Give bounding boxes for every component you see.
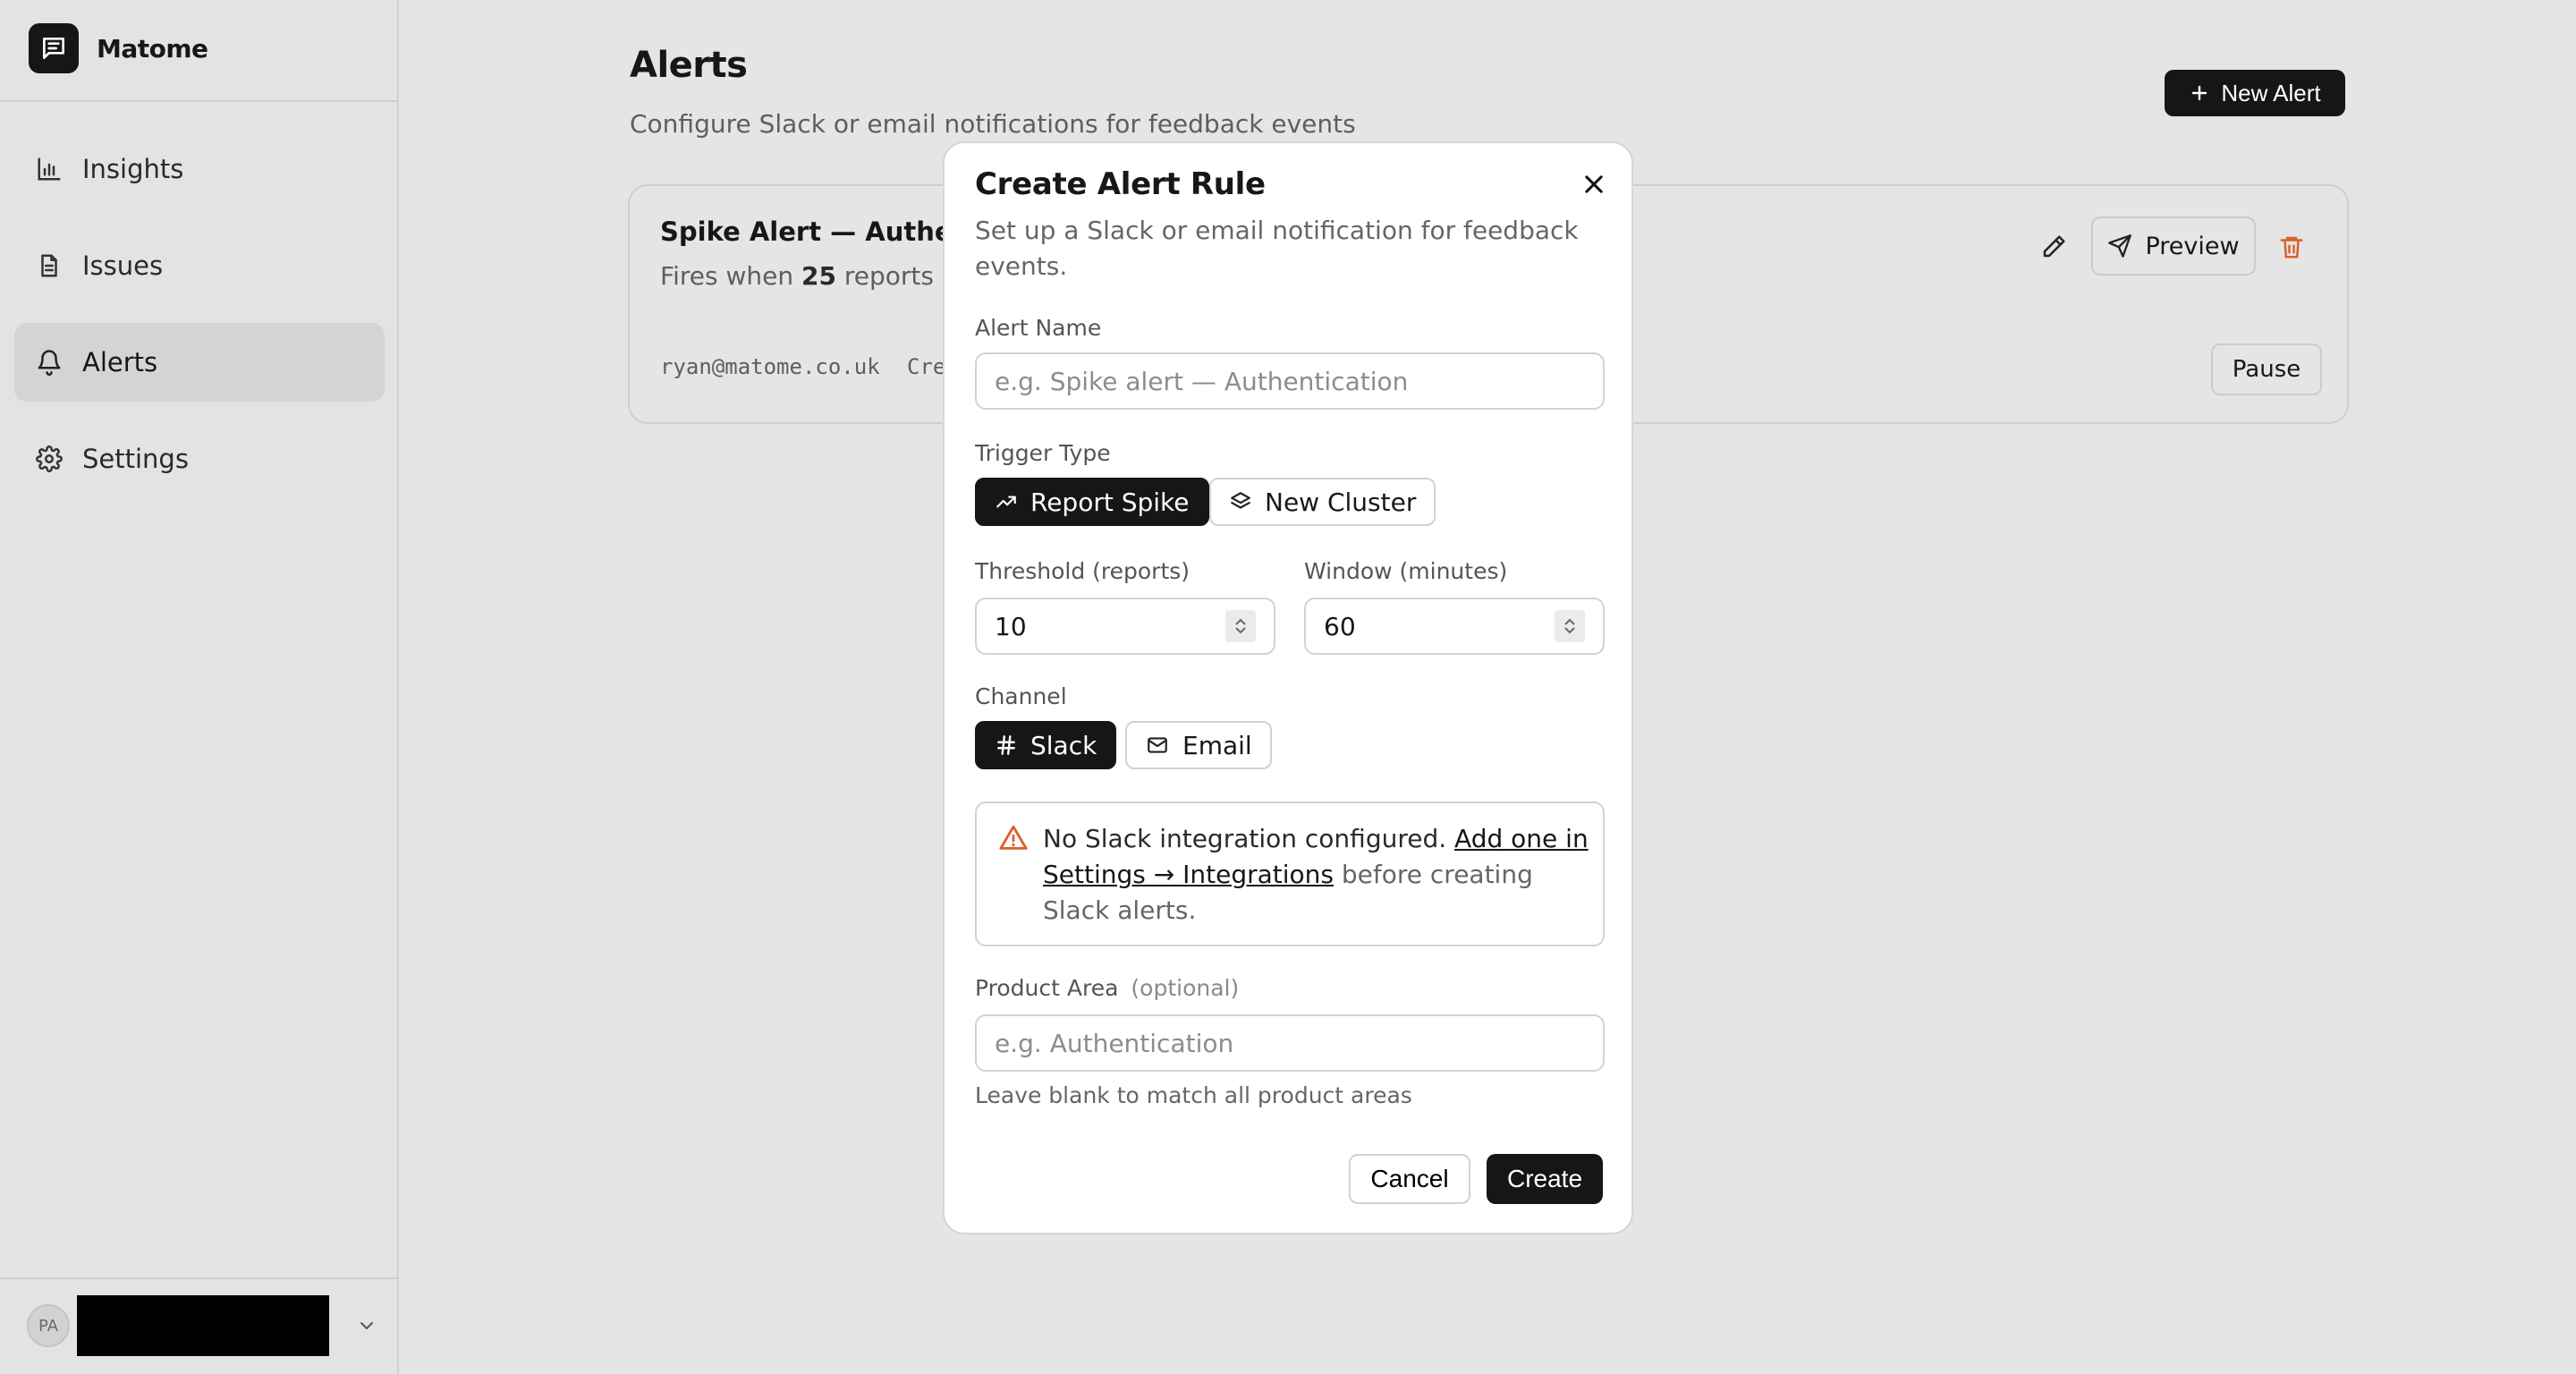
- window-label: Window (minutes): [1304, 558, 1508, 584]
- brand-name: Matome: [97, 33, 208, 64]
- pencil-icon: [2043, 235, 2065, 258]
- delete-button[interactable]: [2274, 229, 2309, 265]
- dialog-description: Set up a Slack or email notification for…: [975, 216, 1579, 281]
- sidebar-item-issues[interactable]: Issues: [14, 226, 385, 305]
- bell-icon: [38, 350, 61, 376]
- threshold-input[interactable]: 10: [975, 598, 1275, 655]
- redacted-username: [77, 1295, 329, 1356]
- pause-button[interactable]: Pause: [2211, 344, 2322, 395]
- new-alert-label: New Alert: [2221, 79, 2321, 106]
- create-button[interactable]: Create: [1487, 1154, 1603, 1204]
- product-area-label-text: Product Area: [975, 975, 1119, 1001]
- threshold-stepper[interactable]: [1225, 610, 1256, 642]
- page-subtitle: Configure Slack or email notifications f…: [630, 109, 1356, 139]
- chevron-up-icon: [1564, 618, 1575, 625]
- new-alert-button[interactable]: New Alert: [2165, 70, 2345, 116]
- sidebar: Matome Insights Issues Alerts Settings P…: [0, 0, 399, 1374]
- alert-card-desc-suffix: reports a: [835, 261, 958, 291]
- window-stepper[interactable]: [1555, 610, 1585, 642]
- avatar: PA: [27, 1304, 70, 1347]
- chevron-up-icon: [1235, 618, 1246, 625]
- document-icon: [41, 254, 57, 277]
- product-area-input[interactable]: [975, 1014, 1605, 1072]
- preview-label: Preview: [2145, 232, 2240, 260]
- sidebar-item-label: Alerts: [82, 347, 158, 377]
- alert-card-email: ryan@matome.co.uk: [660, 354, 880, 379]
- hash-icon: [997, 735, 1015, 755]
- threshold-value: 10: [995, 611, 1027, 641]
- warning-icon: [999, 825, 1028, 850]
- close-icon: [1585, 175, 1603, 193]
- chevron-down-icon[interactable]: [356, 1315, 377, 1336]
- product-area-hint: Leave blank to match all product areas: [975, 1082, 1412, 1108]
- close-button[interactable]: [1574, 165, 1614, 204]
- alert-card-desc-prefix: Fires when: [660, 261, 801, 291]
- window-input[interactable]: 60: [1304, 598, 1605, 655]
- alert-card-count: 25: [801, 261, 836, 291]
- edit-button[interactable]: [2036, 229, 2072, 265]
- sidebar-item-alerts[interactable]: Alerts: [14, 323, 385, 402]
- warning-strong: No Slack integration configured.: [1043, 824, 1447, 853]
- sidebar-item-label: Settings: [82, 444, 189, 474]
- sidebar-divider: [0, 1277, 399, 1279]
- trash-icon: [2280, 236, 2303, 259]
- threshold-label: Threshold (reports): [975, 558, 1191, 584]
- window-value: 60: [1324, 611, 1356, 641]
- sidebar-divider: [0, 100, 399, 102]
- alert-name-input[interactable]: [975, 352, 1605, 410]
- alert-card-description: Fires when 25 reports a: [660, 261, 957, 291]
- channel-slack[interactable]: Slack: [975, 721, 1117, 769]
- optional-tag: (optional): [1131, 975, 1240, 1001]
- cancel-button[interactable]: Cancel: [1349, 1154, 1470, 1204]
- channel-label: Channel: [975, 683, 1067, 709]
- send-icon: [2108, 234, 2132, 258]
- preview-button[interactable]: Preview: [2091, 216, 2256, 276]
- user-menu[interactable]: PA: [27, 1295, 377, 1356]
- chevron-down-icon: [1235, 627, 1246, 634]
- sidebar-nav: Insights Issues Alerts Settings: [14, 130, 385, 516]
- trigger-new-cluster-label: New Cluster: [1265, 487, 1417, 517]
- brand[interactable]: Matome: [29, 23, 208, 73]
- trigger-type-label: Trigger Type: [975, 440, 1111, 466]
- channel-slack-label: Slack: [1030, 730, 1097, 760]
- logo-icon: [29, 23, 79, 73]
- sidebar-item-insights[interactable]: Insights: [14, 130, 385, 208]
- trigger-report-spike-label: Report Spike: [1030, 487, 1190, 517]
- trigger-new-cluster[interactable]: New Cluster: [1209, 478, 1436, 526]
- gear-icon: [36, 445, 63, 472]
- create-alert-dialog: Create Alert Rule Set up a Slack or emai…: [943, 141, 1633, 1234]
- chart-icon: [38, 157, 61, 181]
- page-title: Alerts: [630, 45, 748, 86]
- chevron-down-icon: [1564, 627, 1575, 634]
- slack-warning: No Slack integration configured. Add one…: [975, 802, 1605, 946]
- dialog-title: Create Alert Rule: [975, 166, 1266, 202]
- alert-card-created: Cre: [907, 354, 946, 379]
- product-area-label: Product Area (optional): [975, 975, 1239, 1001]
- warning-text: No Slack integration configured. Add one…: [1043, 821, 1597, 929]
- plus-icon: [2192, 85, 2207, 101]
- mail-icon: [1148, 737, 1167, 753]
- alert-name-label: Alert Name: [975, 315, 1102, 341]
- sidebar-item-label: Issues: [82, 250, 164, 281]
- sidebar-item-label: Insights: [82, 154, 184, 184]
- channel-email[interactable]: Email: [1125, 721, 1272, 769]
- channel-email-label: Email: [1182, 730, 1252, 760]
- trending-up-icon: [996, 496, 1016, 508]
- sidebar-item-settings[interactable]: Settings: [14, 420, 385, 498]
- layers-icon: [1231, 492, 1250, 509]
- trigger-report-spike[interactable]: Report Spike: [975, 478, 1209, 526]
